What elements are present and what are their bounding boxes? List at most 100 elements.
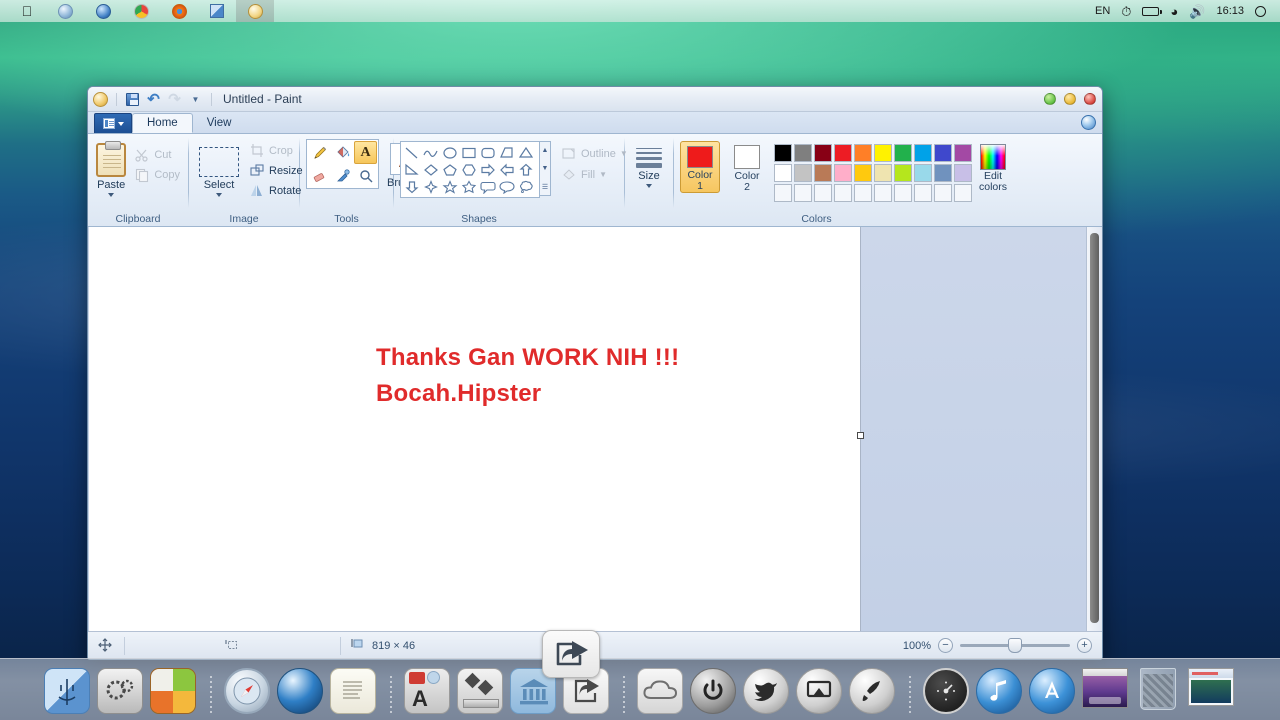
swatch-brown[interactable] [814, 164, 832, 182]
dock-item-itunes[interactable] [976, 668, 1024, 716]
firefox-icon[interactable] [160, 0, 198, 22]
swatch-indigo[interactable] [934, 144, 952, 162]
dock-item-dashboard[interactable] [923, 668, 971, 716]
swatch-red[interactable] [834, 144, 852, 162]
dock-item-airplay-app[interactable] [796, 668, 844, 716]
dock-item-utilities-folder[interactable] [457, 668, 505, 716]
color2-button[interactable]: Color 2 [727, 141, 767, 193]
clock-label[interactable]: 16:13 [1216, 5, 1244, 17]
redo-icon[interactable]: ↷ [166, 91, 183, 108]
color1-button[interactable]: Color 1 [680, 141, 720, 193]
undo-icon[interactable]: ↶ [145, 91, 162, 108]
dock-item-app-store-folder[interactable]: A [404, 668, 452, 716]
safari-icon[interactable] [46, 0, 84, 22]
fill-tool[interactable] [331, 141, 354, 164]
rotate-button[interactable]: Rotate [247, 181, 307, 201]
shape-line[interactable] [402, 144, 421, 161]
shape-hexagon[interactable] [459, 161, 478, 178]
paint-orb-icon[interactable] [236, 0, 274, 22]
notification-center-icon[interactable] [1255, 5, 1266, 17]
paste-button[interactable]: Paste [94, 139, 128, 197]
dock-item-finder[interactable] [44, 668, 92, 716]
shape-oval[interactable] [440, 144, 459, 161]
shape-oval-callout[interactable] [497, 178, 516, 195]
outline-button[interactable]: Outline ▼ [561, 143, 628, 164]
dock-item-twitter-app[interactable] [743, 668, 791, 716]
shape-right-triangle[interactable] [402, 161, 421, 178]
dock-item-desktop-window[interactable] [1082, 668, 1130, 716]
vertical-scrollbar[interactable] [1086, 227, 1102, 631]
swatch-gold[interactable] [854, 164, 872, 182]
shape-five-point-star[interactable] [440, 178, 459, 195]
dock-item-cloud-app[interactable] [637, 668, 685, 716]
save-icon[interactable] [124, 91, 141, 108]
time-machine-icon[interactable]: ⏱ [1121, 5, 1131, 18]
swatch-custom-3[interactable] [814, 184, 832, 202]
shape-cloud-callout[interactable] [516, 178, 535, 195]
cut-button[interactable]: Cut [132, 145, 182, 165]
swatch-orange[interactable] [854, 144, 872, 162]
swatch-custom-1[interactable] [774, 184, 792, 202]
swatch-blue[interactable] [914, 144, 932, 162]
text-tool[interactable]: A [354, 141, 377, 164]
window-titlebar[interactable]: ↶ ↷ ▼ Untitled - Paint [88, 87, 1102, 112]
dock-item-safari[interactable] [224, 668, 272, 716]
shape-six-point-star[interactable] [459, 178, 478, 195]
shape-rectangle[interactable] [459, 144, 478, 161]
canvas-resize-handle-right[interactable] [857, 432, 864, 439]
dock-item-spotlight-sphere[interactable] [277, 668, 325, 716]
dock-item-ilife-suite[interactable] [150, 668, 198, 716]
resize-button[interactable]: Resize [247, 161, 307, 181]
color-picker-tool[interactable] [331, 164, 354, 187]
shapes-gallery[interactable] [400, 141, 540, 198]
swatch-custom-5[interactable] [854, 184, 872, 202]
zoom-button[interactable] [1084, 93, 1096, 105]
swatch-cream[interactable] [874, 164, 892, 182]
copy-button[interactable]: Copy [132, 165, 182, 185]
volume-icon[interactable]: 🔊 [1189, 5, 1205, 18]
finder-blue-icon[interactable] [198, 0, 236, 22]
swatch-custom-10[interactable] [954, 184, 972, 202]
swatch-white[interactable] [774, 164, 792, 182]
share-icon[interactable] [542, 630, 600, 678]
minimize-button[interactable] [1064, 93, 1076, 105]
dock-item-system-preferences[interactable] [97, 668, 145, 716]
zoom-slider-thumb[interactable] [1008, 638, 1022, 653]
spotlight-globe-icon[interactable] [84, 0, 122, 22]
paint-canvas[interactable]: Thanks Gan WORK NIH !!! Bocah.Hipster [89, 227, 864, 631]
swatch-dark-red[interactable] [814, 144, 832, 162]
swatch-custom-2[interactable] [794, 184, 812, 202]
swatch-black[interactable] [774, 144, 792, 162]
swatch-yellow[interactable] [874, 144, 892, 162]
select-button[interactable]: Select [195, 139, 243, 197]
scrollbar-thumb[interactable] [1090, 233, 1099, 623]
swatch-pink[interactable] [834, 164, 852, 182]
shape-left-arrow[interactable] [497, 161, 516, 178]
dock-item-stickies-notes[interactable] [330, 668, 378, 716]
shape-right-arrow[interactable] [478, 161, 497, 178]
zoom-in-button[interactable]: + [1077, 638, 1092, 653]
swatch-purple[interactable] [954, 144, 972, 162]
canvas-viewport[interactable]: Thanks Gan WORK NIH !!! Bocah.Hipster [88, 227, 1086, 631]
crop-button[interactable]: Crop [247, 141, 307, 161]
shape-triangle[interactable] [516, 144, 535, 161]
shape-curve[interactable] [421, 144, 440, 161]
shape-pentagon[interactable] [440, 161, 459, 178]
swatch-sky[interactable] [914, 164, 932, 182]
swatch-custom-9[interactable] [934, 184, 952, 202]
shapes-scrollbar[interactable]: ▲ ▼ ☰ [540, 141, 551, 196]
paint-orb-icon[interactable] [92, 91, 109, 108]
shape-rounded-callout[interactable] [478, 178, 497, 195]
chevron-down-icon[interactable]: ▼ [187, 91, 204, 108]
shape-down-arrow[interactable] [402, 178, 421, 195]
help-icon[interactable] [1081, 115, 1096, 130]
size-button[interactable]: Size [631, 139, 667, 188]
apple-logo-icon[interactable]:  [8, 0, 46, 22]
tab-view[interactable]: View [193, 113, 246, 133]
shape-four-point-star[interactable] [421, 178, 440, 195]
magnifier-tool[interactable] [354, 164, 377, 187]
swatch-lime[interactable] [894, 164, 912, 182]
chrome-icon[interactable] [122, 0, 160, 22]
input-source-label[interactable]: EN [1095, 5, 1110, 17]
scroll-down-button[interactable]: ▼ [540, 160, 550, 177]
